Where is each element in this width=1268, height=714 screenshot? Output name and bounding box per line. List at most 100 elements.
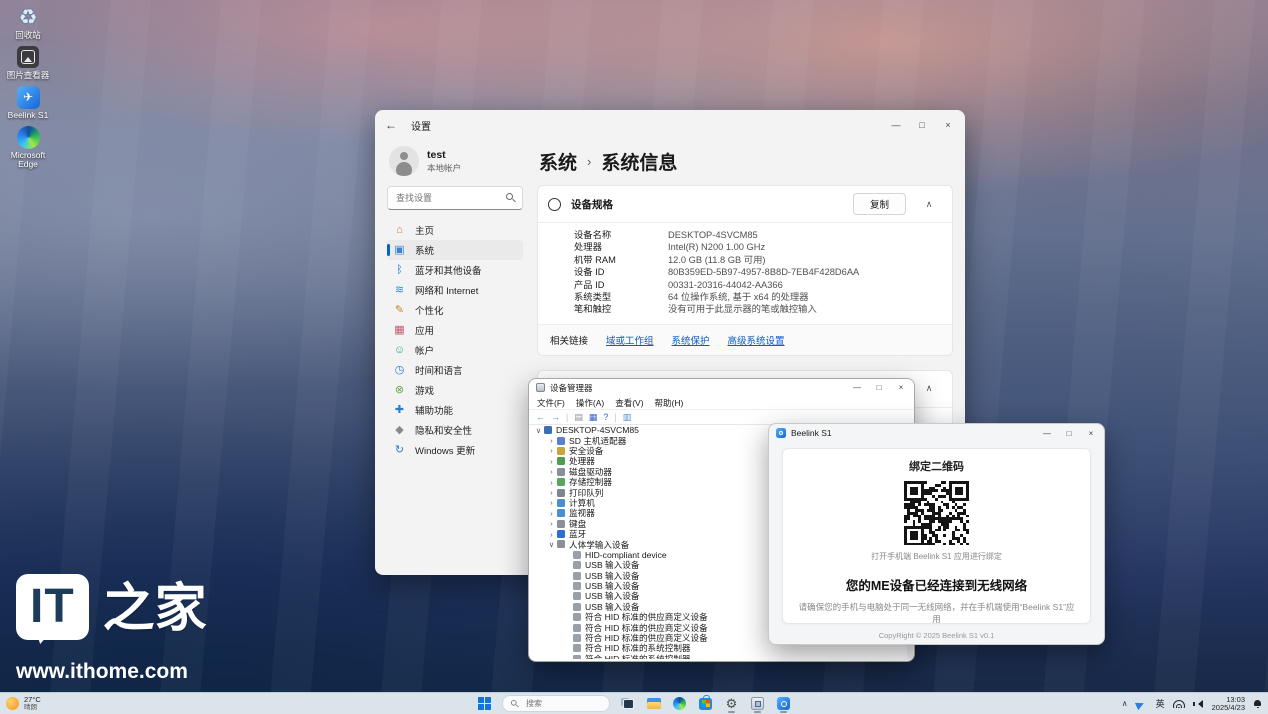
settings-search-box[interactable]: [387, 186, 523, 210]
tree-expander-icon[interactable]: ∨: [534, 426, 543, 435]
tree-expander-icon[interactable]: ›: [547, 498, 556, 507]
beelink-copyright: CopyRight © 2025 Beelink S1 v0.1: [769, 631, 1104, 640]
sun-icon: [6, 697, 19, 710]
user-profile[interactable]: test 本地帐户: [387, 142, 523, 186]
file-explorer-button[interactable]: [645, 694, 662, 713]
nav-item-label: 时间和语言: [415, 363, 463, 377]
devmgr-toolbar-button[interactable]: →: [551, 411, 560, 423]
settings-nav-item[interactable]: ≋ 网络和 Internet: [387, 280, 523, 300]
microsoft-store-button[interactable]: [697, 694, 714, 713]
menu-item[interactable]: 文件(F): [537, 397, 565, 409]
wifi-icon[interactable]: [1173, 699, 1185, 708]
settings-nav-item[interactable]: ⊗ 游戏: [387, 380, 523, 400]
close-button[interactable]: ×: [1080, 426, 1102, 441]
settings-nav-item[interactable]: ✚ 辅助功能: [387, 400, 523, 420]
hidden-icons-chevron[interactable]: ∧: [1122, 699, 1128, 708]
tray-app-icon[interactable]: [1134, 697, 1148, 709]
devmgr-toolbar-button[interactable]: ?: [603, 411, 608, 423]
collapse-chevron-icon[interactable]: ∧: [916, 383, 942, 394]
device-manager-titlebar[interactable]: 设备管理器 — □ ×: [529, 379, 914, 396]
settings-nav-item[interactable]: ◆ 隐私和安全性: [387, 420, 523, 440]
beelink-app-icon: ✈: [17, 86, 40, 109]
settings-nav-item[interactable]: ↻ Windows 更新: [387, 440, 523, 460]
menu-item[interactable]: 帮助(H): [655, 397, 684, 409]
taskbar-search[interactable]: [502, 695, 610, 712]
tree-expander-icon[interactable]: ∨: [547, 540, 556, 549]
desktop-icon-label: Microsoft Edge: [2, 151, 54, 169]
notification-bell-icon[interactable]: [1253, 699, 1262, 709]
device-specs-table: 设备名称 DESKTOP-4SVCM85 处理器 Intel(R) N200 1…: [538, 222, 952, 324]
collapse-chevron-icon[interactable]: ∧: [916, 199, 942, 210]
tree-expander-icon[interactable]: ›: [547, 530, 556, 539]
recycle-bin-shortcut[interactable]: ♻ 回收站: [2, 4, 54, 40]
settings-nav-item[interactable]: ⌂ 主页: [387, 220, 523, 240]
devmgr-toolbar-button[interactable]: ▥: [623, 411, 632, 423]
device-category-icon: [557, 499, 565, 507]
photo-viewer-shortcut[interactable]: 图片查看器: [2, 44, 54, 80]
devmgr-toolbar-button[interactable]: |: [566, 411, 568, 423]
start-button[interactable]: [476, 694, 493, 713]
nav-item-label: 系统: [415, 243, 434, 257]
volume-icon[interactable]: [1193, 699, 1204, 708]
breadcrumb-root[interactable]: 系统: [539, 148, 577, 175]
task-view-button[interactable]: [619, 694, 636, 713]
close-button[interactable]: ×: [935, 116, 961, 134]
minimize-button[interactable]: —: [883, 116, 909, 134]
tree-expander-icon[interactable]: ›: [547, 519, 556, 528]
edge-shortcut[interactable]: Microsoft Edge: [2, 124, 54, 169]
copy-button[interactable]: 复制: [853, 193, 906, 215]
minimize-button[interactable]: —: [846, 380, 868, 395]
devmgr-toolbar-button[interactable]: |: [614, 411, 616, 423]
devmgr-menubar: 文件(F) 操作(A) 查看(V) 帮助(H): [529, 396, 914, 410]
devmgr-toolbar-button[interactable]: ▦: [589, 411, 598, 423]
beelink-taskbar-button[interactable]: [775, 694, 792, 713]
tree-item[interactable]: 符合 HID 标准的系统控制器: [530, 654, 906, 659]
edge-icon: [673, 697, 686, 710]
settings-nav-item[interactable]: ᛒ 蓝牙和其他设备: [387, 260, 523, 280]
tree-expander-icon[interactable]: ›: [547, 478, 556, 487]
device-category-icon: [573, 603, 581, 611]
related-link[interactable]: 高级系统设置: [728, 333, 785, 347]
settings-nav-item[interactable]: ◷ 时间和语言: [387, 360, 523, 380]
settings-nav-item[interactable]: ☺ 帐户: [387, 340, 523, 360]
devmgr-toolbar-button[interactable]: ←: [536, 411, 545, 423]
device-category-icon: [557, 437, 565, 445]
edge-button[interactable]: [671, 694, 688, 713]
maximize-button[interactable]: □: [1058, 426, 1080, 441]
tree-expander-icon[interactable]: ›: [547, 446, 556, 455]
settings-search-input[interactable]: [394, 192, 506, 204]
tree-expander-icon[interactable]: ›: [547, 467, 556, 476]
minimize-button[interactable]: —: [1036, 426, 1058, 441]
beelink-shortcut[interactable]: ✈ Beelink S1: [2, 84, 54, 120]
beelink-titlebar[interactable]: Beelink S1 — □ ×: [769, 424, 1104, 442]
weather-widget[interactable]: 27°C 晴朗: [6, 693, 41, 714]
device-manager-taskbar-button[interactable]: [749, 694, 766, 713]
tree-expander-icon[interactable]: ›: [547, 457, 556, 466]
menu-item[interactable]: 操作(A): [576, 397, 604, 409]
devmgr-toolbar-button[interactable]: ▤: [574, 411, 583, 423]
clock[interactable]: 13:03 2025/4/23: [1212, 696, 1245, 712]
ime-indicator[interactable]: 英: [1156, 697, 1165, 710]
tree-expander-icon[interactable]: ›: [547, 509, 556, 518]
settings-nav-item[interactable]: ▣ 系统: [387, 240, 523, 260]
menu-item[interactable]: 查看(V): [615, 397, 643, 409]
settings-titlebar[interactable]: ← 设置 — □ ×: [375, 110, 965, 140]
settings-window-title: 设置: [411, 118, 431, 133]
maximize-button[interactable]: □: [868, 380, 890, 395]
maximize-button[interactable]: □: [909, 116, 935, 134]
related-link[interactable]: 域或工作组: [606, 333, 654, 347]
spec-row: 处理器 Intel(R) N200 1.00 GHz: [574, 241, 942, 253]
user-name: test: [427, 149, 461, 161]
spec-label: 笔和触控: [574, 303, 668, 315]
settings-taskbar-button[interactable]: ⚙: [723, 694, 740, 713]
settings-nav-item[interactable]: ▦ 应用: [387, 320, 523, 340]
settings-nav-item[interactable]: ✎ 个性化: [387, 300, 523, 320]
related-link[interactable]: 系统保护: [672, 333, 710, 347]
tree-expander-icon[interactable]: ›: [547, 488, 556, 497]
close-button[interactable]: ×: [890, 380, 912, 395]
photo-viewer-icon: [17, 46, 39, 68]
taskbar-search-input[interactable]: [524, 698, 588, 709]
back-button[interactable]: ←: [385, 118, 405, 132]
device-category-icon: [573, 561, 581, 569]
tree-expander-icon[interactable]: ›: [547, 436, 556, 445]
